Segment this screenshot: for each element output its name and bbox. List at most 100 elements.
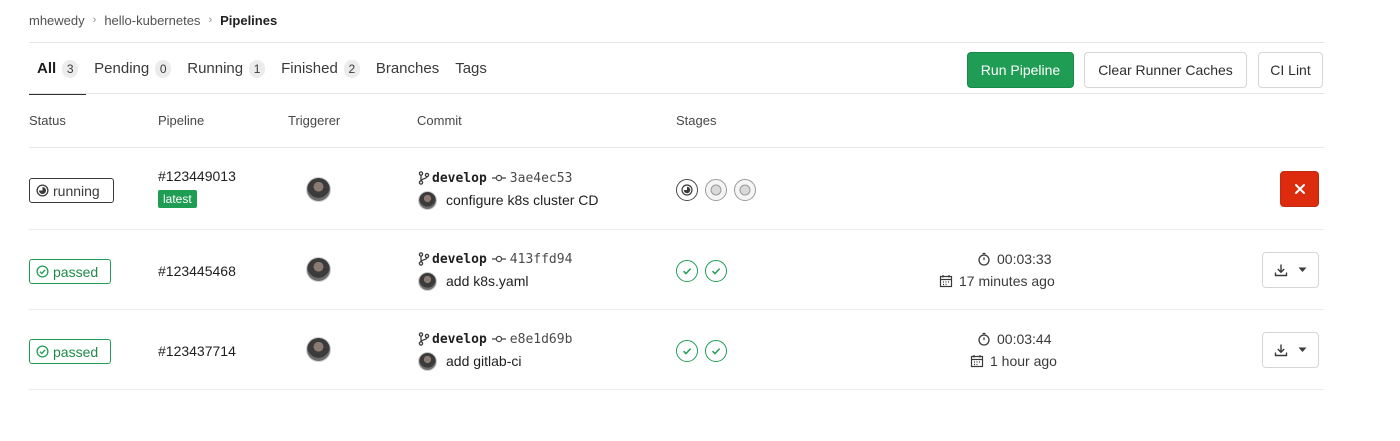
tab-pending[interactable]: Pending 0 xyxy=(86,43,179,94)
commit-sha-link[interactable]: 413ffd94 xyxy=(510,252,573,267)
column-pipeline: Pipeline xyxy=(158,113,205,128)
cancel-pipeline-button[interactable] xyxy=(1280,171,1319,207)
table-row: passed #123437714 develop e8e1d69b add g… xyxy=(0,309,1400,389)
status-running-icon xyxy=(681,184,693,196)
breadcrumb-project[interactable]: hello-kubernetes xyxy=(104,13,200,28)
commit-ref: develop 413ffd94 xyxy=(418,250,572,268)
commit-icon xyxy=(491,335,506,343)
stage-pending[interactable] xyxy=(705,179,727,201)
clear-runner-caches-button[interactable]: Clear Runner Caches xyxy=(1084,52,1247,88)
tab-running[interactable]: Running 1 xyxy=(179,43,273,94)
finished-value: 1 hour ago xyxy=(990,353,1057,369)
tab-tags[interactable]: Tags xyxy=(447,43,495,94)
commit-icon xyxy=(491,255,506,263)
branch-icon xyxy=(418,171,430,185)
branch-icon xyxy=(418,332,430,346)
divider xyxy=(29,389,1324,390)
status-pending-icon xyxy=(710,184,722,196)
tab-label: Running xyxy=(187,60,244,77)
table-header: Status Pipeline Triggerer Commit Stages xyxy=(0,113,1400,131)
status-success-icon xyxy=(711,268,721,275)
download-artifacts-button[interactable] xyxy=(1262,252,1319,288)
avatar[interactable] xyxy=(306,257,331,282)
duration-value: 00:03:33 xyxy=(997,251,1052,267)
commit-message-link[interactable]: configure k8s cluster CD xyxy=(446,192,599,208)
status-label: passed xyxy=(53,343,99,360)
stage-running[interactable] xyxy=(676,179,698,201)
tab-label: Branches xyxy=(375,60,440,77)
pipeline-duration: 00:03:33 xyxy=(977,251,1052,267)
pipeline-id-link[interactable]: #123449013 xyxy=(158,168,236,184)
status-label: running xyxy=(53,182,100,199)
stage-passed[interactable] xyxy=(676,260,698,282)
status-badge[interactable]: running xyxy=(29,178,114,203)
commit-message-link[interactable]: add k8s.yaml xyxy=(446,273,528,289)
table-row: running #123449013 latest develop 3ae4ec… xyxy=(0,148,1400,228)
status-badge[interactable]: passed xyxy=(29,339,111,364)
tab-count: 2 xyxy=(343,59,360,78)
tab-count: 1 xyxy=(249,59,266,78)
latest-badge: latest xyxy=(158,190,197,208)
duration-value: 00:03:44 xyxy=(997,331,1052,347)
divider xyxy=(29,93,1324,94)
chevron-right-icon: › xyxy=(208,14,213,26)
download-icon xyxy=(1274,264,1288,277)
status-badge[interactable]: passed xyxy=(29,259,111,284)
status-pending-icon xyxy=(739,184,751,196)
tab-finished[interactable]: Finished 2 xyxy=(273,43,368,94)
download-icon xyxy=(1274,344,1288,357)
pipeline-id-link[interactable]: #123445468 xyxy=(158,263,236,279)
ci-lint-button[interactable]: CI Lint xyxy=(1258,52,1323,88)
tab-count: 3 xyxy=(62,59,79,78)
commit-ref: develop 3ae4ec53 xyxy=(418,169,572,187)
tab-label: Tags xyxy=(455,60,487,77)
download-artifacts-button[interactable] xyxy=(1262,332,1319,368)
pipeline-duration: 00:03:44 xyxy=(977,331,1052,347)
stage-pending[interactable] xyxy=(734,179,756,201)
timer-icon xyxy=(978,332,990,346)
status-success-icon xyxy=(36,345,49,358)
pipeline-finished: 17 minutes ago xyxy=(939,273,1055,289)
branch-link[interactable]: develop xyxy=(432,171,487,186)
column-triggerer: Triggerer xyxy=(288,113,341,128)
stage-passed[interactable] xyxy=(705,260,727,282)
status-running-icon xyxy=(36,184,49,197)
chevron-right-icon: › xyxy=(92,14,97,26)
column-status: Status xyxy=(29,113,66,128)
run-pipeline-button[interactable]: Run Pipeline xyxy=(967,52,1074,88)
status-success-icon xyxy=(682,268,692,275)
avatar[interactable] xyxy=(306,177,331,202)
breadcrumb: mhewedy › hello-kubernetes › Pipelines xyxy=(29,11,277,29)
breadcrumb-user[interactable]: mhewedy xyxy=(29,13,85,28)
commit-sha-link[interactable]: e8e1d69b xyxy=(510,332,573,347)
chevron-down-icon xyxy=(1298,347,1307,352)
column-stages: Stages xyxy=(676,113,717,128)
commit-sha-link[interactable]: 3ae4ec53 xyxy=(510,171,573,186)
breadcrumb-current[interactable]: Pipelines xyxy=(220,13,277,28)
calendar-icon xyxy=(939,275,953,288)
commit-author-avatar[interactable] xyxy=(418,352,437,371)
commit-message-link[interactable]: add gitlab-ci xyxy=(446,353,522,369)
finished-value: 17 minutes ago xyxy=(959,273,1055,289)
branch-link[interactable]: develop xyxy=(432,252,487,267)
pipeline-tabs: All 3 Pending 0 Running 1 Finished 2 Bra… xyxy=(29,43,495,95)
commit-author-avatar[interactable] xyxy=(418,191,437,210)
chevron-down-icon xyxy=(1298,267,1307,272)
tab-branches[interactable]: Branches xyxy=(368,43,447,94)
tab-count: 0 xyxy=(155,59,172,78)
pipeline-finished: 1 hour ago xyxy=(970,353,1057,369)
branch-icon xyxy=(418,252,430,266)
calendar-icon xyxy=(970,355,984,368)
commit-author-avatar[interactable] xyxy=(418,272,437,291)
pipeline-id-link[interactable]: #123437714 xyxy=(158,343,236,359)
status-success-icon xyxy=(682,348,692,355)
column-commit: Commit xyxy=(417,113,462,128)
stage-passed[interactable] xyxy=(705,340,727,362)
avatar[interactable] xyxy=(306,337,331,362)
tab-label: All xyxy=(37,60,57,77)
tab-label: Pending xyxy=(94,60,150,77)
tab-all[interactable]: All 3 xyxy=(29,43,87,95)
branch-link[interactable]: develop xyxy=(432,332,487,347)
status-label: passed xyxy=(53,263,99,280)
stage-passed[interactable] xyxy=(676,340,698,362)
